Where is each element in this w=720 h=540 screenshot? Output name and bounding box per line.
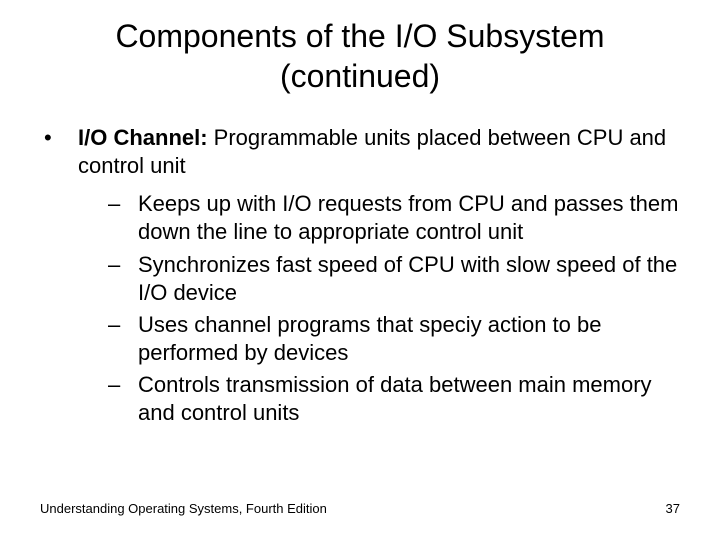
- footer-source: Understanding Operating Systems, Fourth …: [40, 501, 327, 516]
- list-item-text: Keeps up with I/O requests from CPU and …: [138, 190, 680, 246]
- bullet-item: • I/O Channel: Programmable units placed…: [40, 124, 680, 180]
- bullet-text: I/O Channel: Programmable units placed b…: [78, 124, 680, 180]
- title-line-2: (continued): [280, 58, 440, 94]
- dash-icon: –: [108, 311, 138, 367]
- title-line-1: Components of the I/O Subsystem: [115, 18, 604, 54]
- slide-title: Components of the I/O Subsystem (continu…: [0, 0, 720, 96]
- dash-icon: –: [108, 190, 138, 246]
- list-item: – Keeps up with I/O requests from CPU an…: [108, 190, 680, 246]
- list-item: – Controls transmission of data between …: [108, 371, 680, 427]
- slide: Components of the I/O Subsystem (continu…: [0, 0, 720, 540]
- dash-icon: –: [108, 371, 138, 427]
- bullet-icon: •: [40, 124, 78, 180]
- term: I/O Channel:: [78, 125, 208, 150]
- list-item: – Synchronizes fast speed of CPU with sl…: [108, 251, 680, 307]
- footer: Understanding Operating Systems, Fourth …: [40, 501, 680, 516]
- list-item-text: Controls transmission of data between ma…: [138, 371, 680, 427]
- list-item-text: Uses channel programs that speciy action…: [138, 311, 680, 367]
- page-number: 37: [666, 501, 680, 516]
- sub-list: – Keeps up with I/O requests from CPU an…: [40, 190, 680, 427]
- list-item-text: Synchronizes fast speed of CPU with slow…: [138, 251, 680, 307]
- slide-body: • I/O Channel: Programmable units placed…: [0, 96, 720, 428]
- list-item: – Uses channel programs that speciy acti…: [108, 311, 680, 367]
- dash-icon: –: [108, 251, 138, 307]
